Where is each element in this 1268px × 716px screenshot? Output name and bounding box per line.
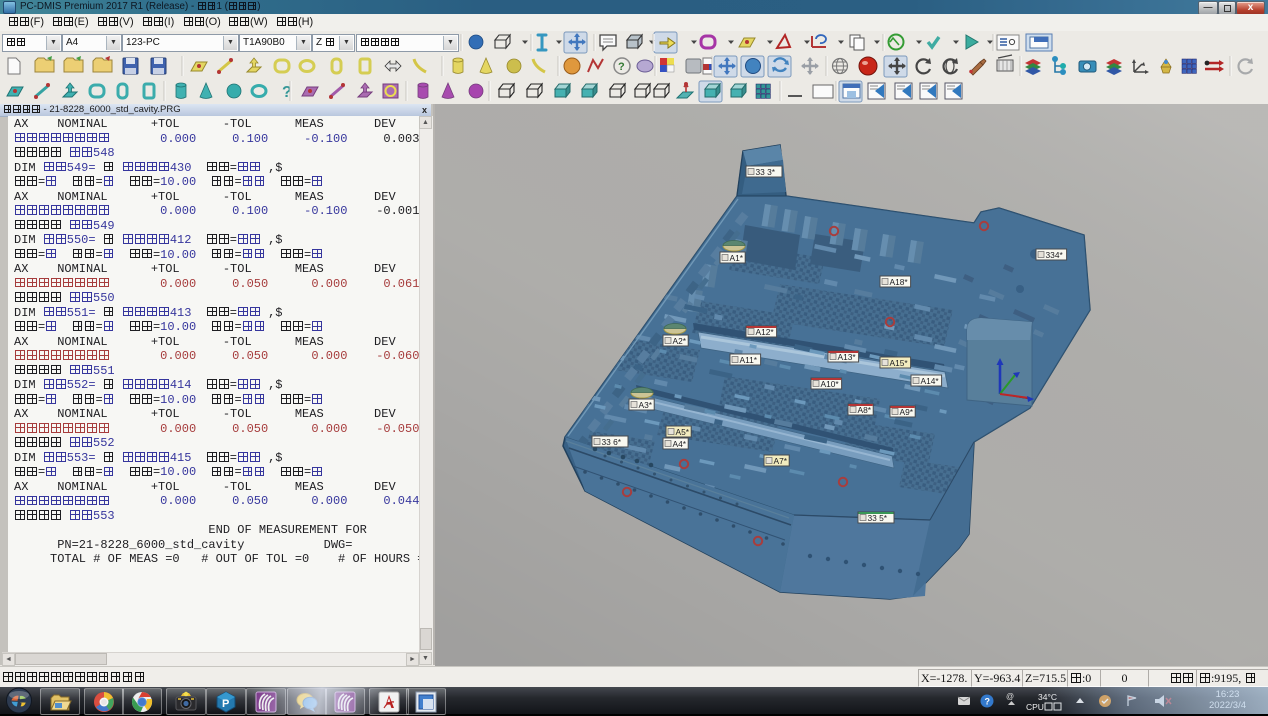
svg-text:?: ? — [985, 697, 991, 707]
svg-text:A13*: A13* — [838, 352, 857, 362]
svg-text:?: ? — [618, 61, 625, 73]
svg-text:334*: 334* — [1046, 250, 1064, 260]
svg-text:33 3*: 33 3* — [756, 167, 776, 177]
svg-text:A3*: A3* — [639, 400, 653, 410]
svg-text:A5*: A5* — [676, 427, 690, 437]
svg-text:33 5*: 33 5* — [868, 513, 888, 523]
svg-text:A7*: A7* — [774, 456, 788, 466]
svg-text:A15*: A15* — [890, 358, 909, 368]
svg-text:A14*: A14* — [921, 376, 940, 386]
svg-text:A9*: A9* — [900, 407, 914, 417]
svg-text:33 6*: 33 6* — [602, 437, 622, 447]
svg-text:A2*: A2* — [673, 336, 687, 346]
svg-text:P: P — [222, 698, 229, 710]
svg-text:A8*: A8* — [858, 405, 872, 415]
svg-text:@: @ — [1006, 692, 1014, 701]
svg-text:A11*: A11* — [740, 355, 758, 365]
svg-text:A18*: A18* — [890, 277, 909, 287]
svg-text:A4*: A4* — [673, 439, 687, 449]
svg-text:A10*: A10* — [821, 379, 840, 389]
svg-text:A1*: A1* — [730, 253, 744, 263]
svg-text:A12*: A12* — [756, 327, 775, 337]
